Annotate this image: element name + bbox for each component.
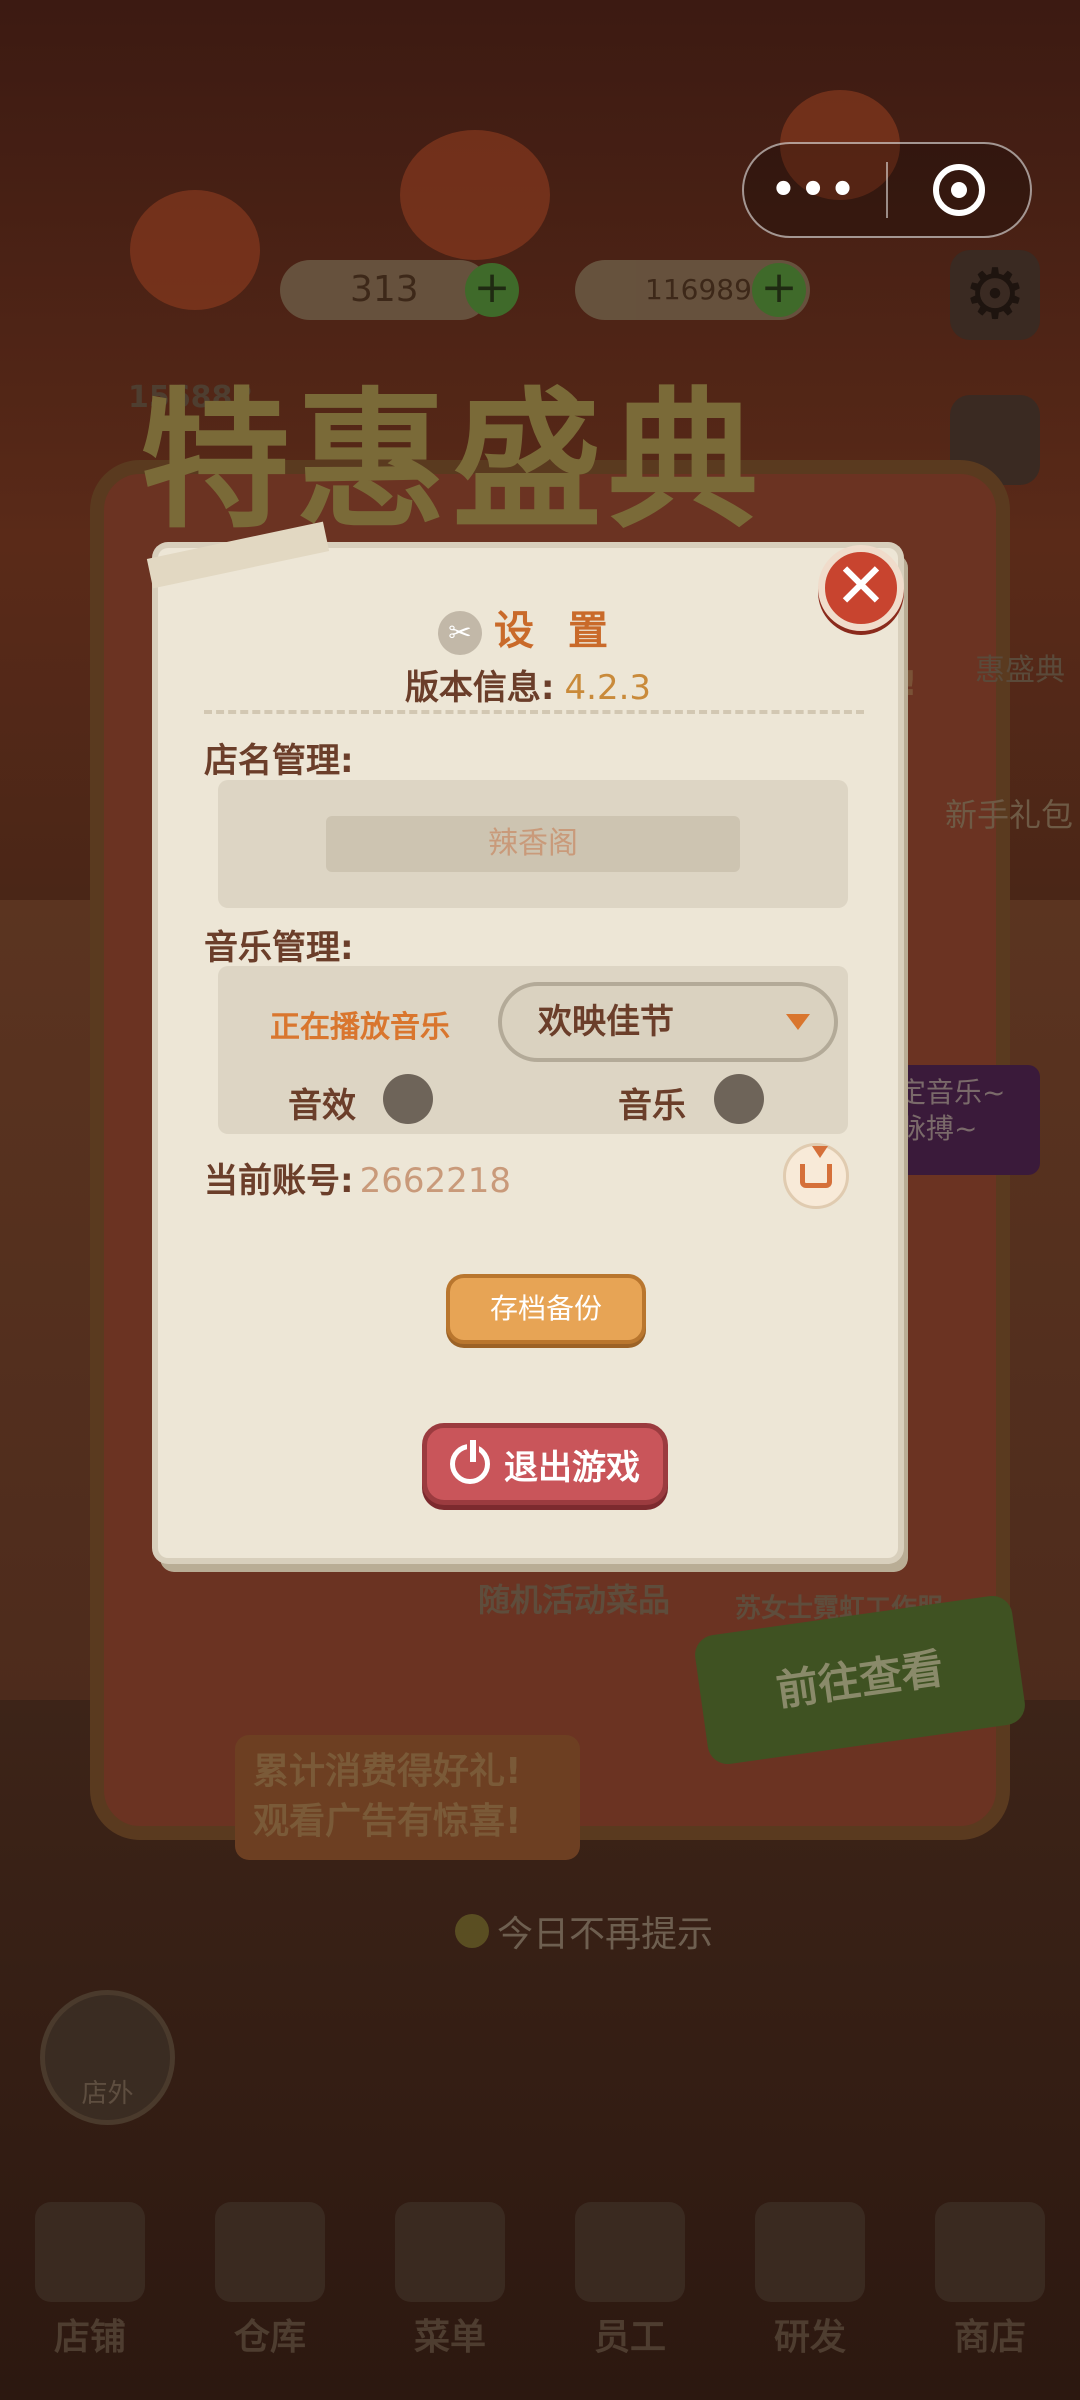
dropdown-arrow-icon: [786, 1014, 810, 1030]
nav-item-shop[interactable]: 店铺: [15, 2202, 165, 2360]
version-info: 版本信息: 4.2.3: [158, 660, 898, 709]
side-label-3[interactable]: 新手礼包: [945, 790, 1073, 836]
shop-name-label: 店名管理:: [204, 741, 354, 781]
outside-button[interactable]: 店外: [40, 1990, 175, 2125]
plus-icon: +: [473, 262, 511, 313]
nav-label: 店铺: [53, 2317, 126, 2358]
selected-music-value: 欢映佳节: [538, 1002, 674, 1042]
music-hint-line2: 脉搏~: [898, 1112, 978, 1145]
dialog-title: ✂ 设 置: [158, 598, 898, 656]
account-row: 当前账号: 2662218: [204, 1153, 511, 1202]
diamond-count: 313: [350, 269, 419, 310]
event-title: 特惠盛典: [140, 373, 765, 549]
menu-icon: [395, 2202, 505, 2302]
lantern-decoration: [400, 130, 550, 260]
download-tray-icon: [800, 1146, 832, 1188]
add-cash-button[interactable]: +: [752, 263, 806, 317]
miniprogram-capsule: •••: [742, 142, 1032, 238]
staff-icon: [575, 2202, 685, 2302]
nav-label: 菜单: [413, 2317, 486, 2358]
music-panel: 正在播放音乐 欢映佳节 音效 音乐: [218, 966, 848, 1134]
lantern-decoration: [130, 190, 260, 310]
settings-dialog: ✂ 设 置 版本信息: 4.2.3 店名管理: 辣香阁 音乐管理: 正在播放音乐 欢…: [158, 548, 898, 1558]
music-toggle-label: 音乐: [618, 1086, 686, 1126]
now-playing-label: 正在播放音乐: [270, 1010, 450, 1045]
version-value: 4.2.3: [564, 668, 652, 708]
account-value: 2662218: [359, 1161, 512, 1201]
backup-save-button[interactable]: 存档备份: [446, 1274, 646, 1344]
nav-item-menu[interactable]: 菜单: [375, 2202, 525, 2360]
exit-game-button[interactable]: 退出游戏: [422, 1423, 668, 1505]
close-icon: ✕: [835, 549, 887, 622]
exit-miniprogram-button[interactable]: [888, 164, 1030, 216]
dashed-divider: [204, 710, 864, 714]
account-label: 当前账号:: [204, 1161, 354, 1201]
nav-item-staff[interactable]: 员工: [555, 2202, 705, 2360]
shop-name-panel: 辣香阁: [218, 780, 848, 908]
nav-label: 仓库: [233, 2317, 306, 2358]
version-label: 版本信息:: [404, 668, 555, 708]
diamond-counter: 313: [280, 260, 490, 320]
shop-icon: [35, 2202, 145, 2302]
plus-icon: +: [760, 262, 798, 313]
promo-line1: 累计消费得好礼!: [253, 1751, 522, 1792]
bottom-nav: 店铺 仓库 菜单 员工 研发 商店: [0, 2180, 1080, 2400]
nav-item-warehouse[interactable]: 仓库: [195, 2202, 345, 2360]
sfx-toggle[interactable]: [383, 1074, 433, 1124]
promo-line2: 观看广告有惊喜!: [253, 1801, 522, 1842]
music-select-dropdown[interactable]: 欢映佳节: [498, 982, 838, 1062]
dialog-title-text: 设 置: [494, 608, 618, 654]
shop-name-field[interactable]: 辣香阁: [326, 816, 740, 872]
settings-gear-icon[interactable]: ⚙: [950, 250, 1040, 340]
nav-label: 员工: [593, 2317, 666, 2358]
load-archive-button[interactable]: [783, 1143, 849, 1209]
target-circle-icon: [932, 164, 985, 216]
sfx-label: 音效: [288, 1086, 356, 1126]
tools-icon: ✂: [438, 611, 483, 655]
outside-label: 店外: [81, 2079, 134, 2109]
nav-item-research[interactable]: 研发: [735, 2202, 885, 2360]
more-options-button[interactable]: •••: [744, 167, 886, 213]
close-dialog-button[interactable]: ✕: [818, 545, 904, 631]
no-remind-label: 今日不再提示: [497, 1914, 714, 1955]
store-icon: [935, 2202, 1045, 2302]
music-toggle[interactable]: [714, 1074, 764, 1124]
exit-game-label: 退出游戏: [504, 1447, 640, 1488]
no-remind-toggle[interactable]: 今日不再提示: [455, 1905, 713, 1957]
checkbox-icon: [455, 1914, 489, 1948]
nav-label: 研发: [773, 2317, 846, 2358]
power-icon: [450, 1440, 490, 1484]
nav-item-store[interactable]: 商店: [915, 2202, 1065, 2360]
add-diamond-button[interactable]: +: [465, 263, 519, 317]
music-hint-strip: 定音乐~ 脉搏~: [890, 1065, 1040, 1175]
random-dish-caption: 随机活动菜品: [478, 1581, 671, 1619]
warehouse-icon: [215, 2202, 325, 2302]
side-label-2[interactable]: 惠盛典: [975, 645, 1065, 689]
promo-box: 累计消费得好礼! 观看广告有惊喜!: [235, 1735, 580, 1860]
music-management-label: 音乐管理:: [204, 928, 354, 968]
nav-label: 商店: [953, 2317, 1026, 2358]
research-icon: [755, 2202, 865, 2302]
music-hint-line1: 定音乐~: [898, 1076, 1006, 1109]
